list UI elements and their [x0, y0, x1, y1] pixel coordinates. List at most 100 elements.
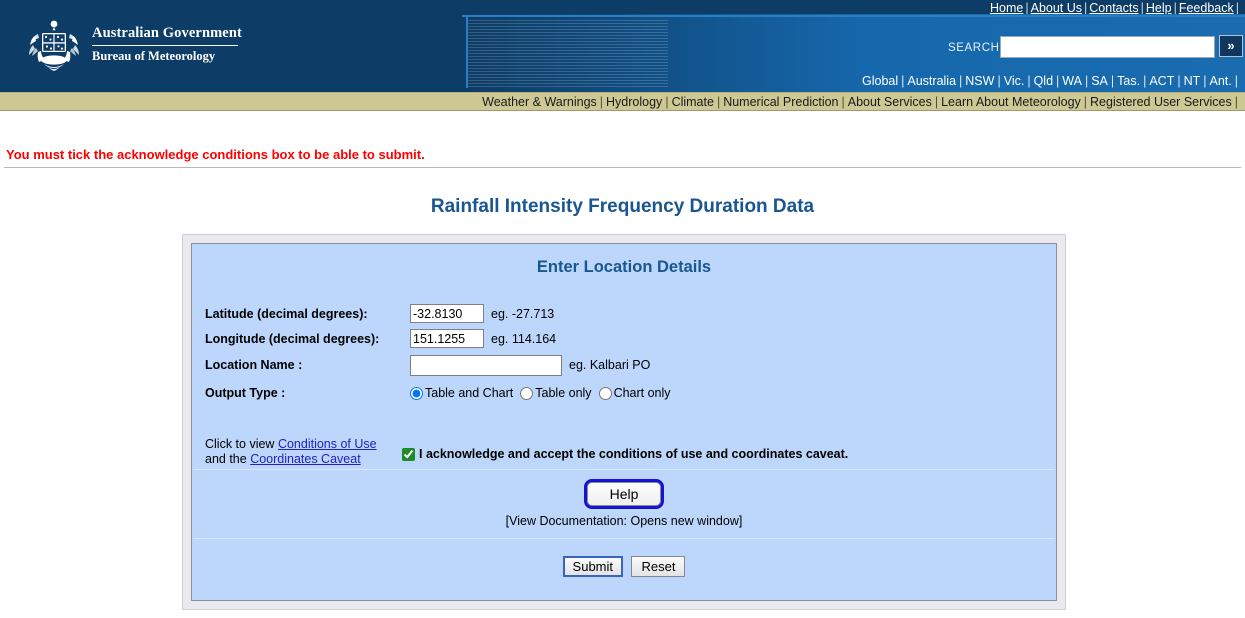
latitude-input[interactable] — [410, 304, 484, 323]
australian-coat-of-arms-icon — [22, 20, 86, 74]
site-header: Home|About Us|Contacts|Help|Feedback| SE… — [0, 0, 1245, 92]
location-form-panel: Enter Location Details Latitude (decimal… — [182, 234, 1066, 610]
region-link-act[interactable]: ACT — [1149, 74, 1174, 88]
region-link-ant[interactable]: Ant. — [1210, 74, 1232, 88]
output-type-option-chart-only[interactable]: Chart only — [599, 386, 671, 400]
conditions-intro-middle: and the — [205, 452, 250, 466]
service-link-registered-user-services[interactable]: Registered User Services — [1090, 95, 1232, 109]
coordinates-caveat-link[interactable]: Coordinates Caveat — [250, 452, 360, 466]
search-submit-button[interactable]: » — [1219, 35, 1243, 57]
longitude-row: Longitude (decimal degrees): eg. 114.164 — [205, 326, 1056, 351]
service-separator: | — [714, 95, 723, 109]
form-actions: Submit Reset — [192, 539, 1056, 577]
region-separator: | — [1053, 74, 1062, 88]
region-separator: | — [1108, 74, 1117, 88]
nav-link-home[interactable]: Home — [990, 1, 1023, 15]
organisation-subtitle: Bureau of Meteorology — [92, 49, 392, 64]
nav-separator: | — [1139, 1, 1146, 15]
conditions-of-use-link[interactable]: Conditions of Use — [278, 437, 377, 451]
nav-link-contacts[interactable]: Contacts — [1089, 1, 1138, 15]
nav-link-feedback[interactable]: Feedback — [1179, 1, 1234, 15]
banner-top-rule — [462, 15, 1245, 17]
service-link-learn-about-meteorology[interactable]: Learn About Meteorology — [941, 95, 1081, 109]
output-type-radio-table-only[interactable] — [520, 387, 533, 400]
region-link-qld[interactable]: Qld — [1034, 74, 1053, 88]
region-separator: | — [1232, 74, 1241, 88]
region-nav: Global|Australia|NSW|Vic.|Qld|WA|SA|Tas.… — [862, 74, 1241, 88]
location-name-input[interactable] — [410, 355, 562, 376]
region-link-australia[interactable]: Australia — [907, 74, 956, 88]
nav-separator: | — [1234, 1, 1241, 15]
help-button[interactable]: Help — [587, 482, 661, 506]
conditions-block: Click to view Conditions of Use and the … — [192, 407, 1056, 469]
service-link-hydrology[interactable]: Hydrology — [606, 95, 662, 109]
region-link-nsw[interactable]: NSW — [965, 74, 994, 88]
output-type-label: Output Type : — [205, 386, 410, 400]
service-separator: | — [597, 95, 606, 109]
service-nav: Weather & Warnings|Hydrology|Climate|Num… — [482, 93, 1241, 112]
region-separator: | — [1200, 74, 1209, 88]
region-link-sa[interactable]: SA — [1091, 74, 1108, 88]
acknowledge-wrap[interactable]: I acknowledge and accept the conditions … — [402, 437, 848, 461]
region-separator: | — [1140, 74, 1149, 88]
alert-divider — [4, 167, 1241, 168]
region-link-nt[interactable]: NT — [1184, 74, 1201, 88]
output-type-radio-table-and-chart[interactable] — [410, 387, 423, 400]
region-separator: | — [1082, 74, 1091, 88]
organisation-name: Australian Government — [92, 25, 392, 42]
service-separator: | — [662, 95, 671, 109]
region-separator: | — [1024, 74, 1033, 88]
latitude-row: Latitude (decimal degrees): eg. -27.713 — [205, 301, 1056, 326]
location-name-label: Location Name : — [205, 358, 410, 372]
region-separator: | — [956, 74, 965, 88]
validation-error-message: You must tick the acknowledge conditions… — [0, 111, 1245, 167]
longitude-input[interactable] — [410, 329, 484, 348]
service-separator: | — [932, 95, 941, 109]
form-panel-title: Enter Location Details — [192, 244, 1056, 277]
nav-separator: | — [1172, 1, 1179, 15]
service-separator: | — [1232, 95, 1241, 109]
output-type-radio-group: Table and Chart Table only Chart only — [410, 386, 678, 400]
output-type-option-label: Table only — [535, 386, 591, 400]
reset-button[interactable]: Reset — [631, 556, 685, 577]
conditions-intro-prefix: Click to view — [205, 437, 278, 451]
region-link-global[interactable]: Global — [862, 74, 898, 88]
service-link-numerical-prediction[interactable]: Numerical Prediction — [723, 95, 838, 109]
organisation-rule — [92, 45, 238, 46]
region-link-vic[interactable]: Vic. — [1004, 74, 1025, 88]
form-fields: Latitude (decimal degrees): eg. -27.713 … — [192, 277, 1056, 407]
location-form-inner: Enter Location Details Latitude (decimal… — [191, 243, 1057, 601]
page-title: Rainfall Intensity Frequency Duration Da… — [0, 168, 1245, 218]
conditions-links: Click to view Conditions of Use and the … — [205, 437, 402, 467]
location-name-row: Location Name : eg. Kalbari PO — [205, 351, 1056, 379]
service-nav-bar: Weather & Warnings|Hydrology|Climate|Num… — [0, 92, 1245, 111]
output-type-option-label: Table and Chart — [425, 386, 513, 400]
service-link-climate[interactable]: Climate — [672, 95, 714, 109]
latitude-label: Latitude (decimal degrees): — [205, 307, 410, 321]
service-link-about-services[interactable]: About Services — [848, 95, 932, 109]
service-link-weather-warnings[interactable]: Weather & Warnings — [482, 95, 597, 109]
latitude-hint: eg. -27.713 — [484, 307, 554, 321]
output-type-option-label: Chart only — [614, 386, 671, 400]
output-type-option-table-only[interactable]: Table only — [520, 386, 591, 400]
alert-region: You must tick the acknowledge conditions… — [0, 111, 1245, 168]
submit-button[interactable]: Submit — [563, 556, 623, 577]
branding-block[interactable]: Australian Government Bureau of Meteorol… — [22, 20, 442, 76]
acknowledge-checkbox[interactable] — [402, 448, 415, 461]
output-type-radio-chart-only[interactable] — [599, 387, 612, 400]
help-row: Help [View Documentation: Opens new wind… — [192, 470, 1056, 538]
organisation-text: Australian Government Bureau of Meteorol… — [92, 25, 392, 64]
help-note: [View Documentation: Opens new window] — [192, 506, 1056, 528]
region-separator: | — [898, 74, 907, 88]
nav-separator: | — [1023, 1, 1030, 15]
search-label: SEARCH — [948, 42, 1000, 54]
region-link-tas[interactable]: Tas. — [1117, 74, 1140, 88]
region-link-wa[interactable]: WA — [1062, 74, 1082, 88]
nav-link-about-us[interactable]: About Us — [1031, 1, 1082, 15]
service-separator: | — [839, 95, 848, 109]
region-separator: | — [994, 74, 1003, 88]
output-type-option-table-and-chart[interactable]: Table and Chart — [410, 386, 513, 400]
nav-link-help[interactable]: Help — [1146, 1, 1172, 15]
longitude-hint: eg. 114.164 — [484, 332, 556, 346]
search-input[interactable] — [1000, 36, 1215, 58]
